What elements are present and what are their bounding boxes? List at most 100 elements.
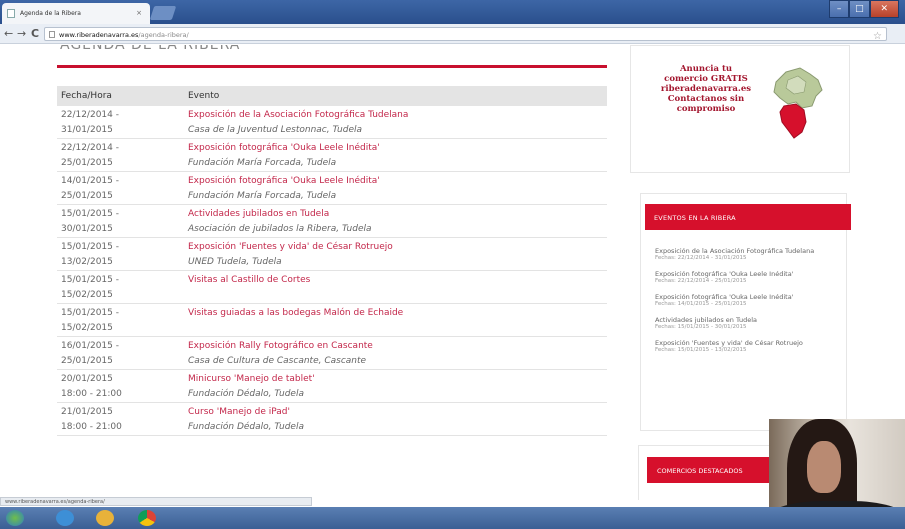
event-cell: Exposición 'Fuentes y vida' de César Rot… [184, 237, 607, 271]
column-header-date: Fecha/Hora [57, 86, 184, 106]
advertisement-box[interactable]: Anuncia tu comercio GRATIS riberadenavar… [630, 45, 850, 173]
navarra-map-icon [773, 67, 823, 139]
event-place: UNED Tudela, Tudela [188, 256, 282, 267]
tab-close-icon[interactable]: × [136, 9, 142, 17]
event-place: Casa de Cultura de Cascante, Cascante [188, 355, 367, 366]
event-end-date: 31/01/2015 [61, 124, 113, 135]
event-place: Asociación de jubilados la Ribera, Tudel… [188, 223, 372, 234]
address-bar[interactable]: www.riberadenavarra.es/agenda-ribera/ ☆ [44, 27, 887, 42]
event-cell: Exposición fotográfica 'Ouka Leele Inédi… [184, 138, 607, 172]
event-title-link[interactable]: Visitas guiadas a las bodegas Malón de E… [188, 306, 603, 321]
event-cell: Exposición fotográfica 'Ouka Leele Inédi… [184, 171, 607, 205]
sidebar-event-title[interactable]: Exposición fotográfica 'Ouka Leele Inédi… [655, 293, 843, 301]
window-controls: – □ ✕ [829, 0, 899, 18]
sidebar-event-item[interactable]: Actividades jubilados en Tudela Fechas: … [655, 316, 843, 331]
event-end-date: 18:00 - 21:00 [61, 388, 122, 399]
event-date-cell: 15/01/2015 - 15/02/2015 [57, 270, 184, 304]
event-end-date: 15/02/2015 [61, 289, 113, 300]
heading-divider [57, 65, 607, 68]
event-start-date: 22/12/2014 - [61, 143, 119, 153]
sidebar-event-item[interactable]: Exposición fotográfica 'Ouka Leele Inédi… [655, 270, 843, 285]
sidebar-event-date: Fechas: 22/12/2014 - 25/01/2015 [655, 278, 747, 284]
event-place: Fundación Dédalo, Tudela [188, 388, 304, 399]
event-cell: Minicurso 'Manejo de tablet' Fundación Dé… [184, 369, 607, 403]
minimize-button[interactable]: – [829, 0, 850, 18]
widget-heading: EVENTOS EN LA RIBERA [645, 204, 851, 230]
ad-text: Anuncia tu comercio GRATIS riberadenavar… [646, 64, 766, 114]
event-cell: Actividades jubilados en Tudela Asociació… [184, 204, 607, 238]
sidebar-event-title[interactable]: Exposición de la Asociación Fotográfica … [655, 247, 843, 255]
event-title-link[interactable]: Curso 'Manejo de iPad' [188, 405, 603, 420]
event-title-link[interactable]: Minicurso 'Manejo de tablet' [188, 372, 603, 387]
event-cell: Exposición Rally Fotográfico en Cascante… [184, 336, 607, 370]
start-button-icon[interactable] [6, 510, 24, 526]
forward-arrow-icon[interactable]: → [17, 27, 26, 40]
event-title-link[interactable]: Exposición de la Asociación Fotográfica … [188, 108, 603, 123]
table-header-row: Fecha/Hora Evento [57, 86, 607, 106]
sidebar-event-item[interactable]: Exposición 'Fuentes y vida' de César Rot… [655, 339, 843, 354]
event-end-date: 18:00 - 21:00 [61, 421, 122, 432]
event-start-date: 16/01/2015 - [61, 341, 119, 351]
reload-icon[interactable]: C [31, 27, 39, 40]
page-favicon-icon [7, 9, 15, 18]
sidebar-event-title[interactable]: Actividades jubilados en Tudela [655, 316, 843, 324]
table-row: 15/01/2015 - 30/01/2015 Actividades jubila… [57, 204, 607, 238]
maximize-button[interactable]: □ [849, 0, 870, 18]
event-place: Fundación María Forcada, Tudela [188, 157, 337, 168]
event-end-date: 25/01/2015 [61, 355, 113, 366]
internet-explorer-icon[interactable] [56, 510, 74, 526]
table-row: 21/01/2015 18:00 - 21:00 Curso 'Manejo de … [57, 402, 607, 436]
ad-line: comercio GRATIS [664, 74, 748, 84]
sidebar-event-item[interactable]: Exposición fotográfica 'Ouka Leele Inédi… [655, 293, 843, 308]
event-end-date: 25/01/2015 [61, 157, 113, 168]
ad-line: Contactanos sin [667, 94, 745, 104]
page-icon [49, 31, 55, 38]
event-date-cell: 15/01/2015 - 15/02/2015 [57, 303, 184, 337]
event-start-date: 15/01/2015 - [61, 275, 119, 285]
sidebar-event-item[interactable]: Exposición de la Asociación Fotográfica … [655, 247, 843, 262]
event-title-link[interactable]: Visitas al Castillo de Cortes [188, 273, 603, 288]
event-title-link[interactable]: Exposición Rally Fotográfico en Cascante [188, 339, 603, 354]
ad-line: compromiso [676, 104, 736, 114]
event-place: Casa de la Juventud Lestonnac, Tudela [188, 124, 363, 135]
event-title-link[interactable]: Exposición 'Fuentes y vida' de César Rot… [188, 240, 603, 255]
event-date-cell: 15/01/2015 - 30/01/2015 [57, 204, 184, 238]
new-tab-button[interactable] [149, 6, 177, 20]
event-date-cell: 16/01/2015 - 25/01/2015 [57, 336, 184, 370]
table-row: 15/01/2015 - 13/02/2015 Exposición 'Fuente… [57, 237, 607, 271]
sidebar-event-title[interactable]: Exposición 'Fuentes y vida' de César Rot… [655, 339, 843, 347]
event-start-date: 20/01/2015 [61, 374, 113, 384]
table-row: 22/12/2014 - 25/01/2015 Exposición fotográ… [57, 138, 607, 172]
file-explorer-icon[interactable] [96, 510, 114, 526]
event-date-cell: 22/12/2014 - 25/01/2015 [57, 138, 184, 172]
event-date-cell: 14/01/2015 - 25/01/2015 [57, 171, 184, 205]
close-window-button[interactable]: ✕ [869, 0, 899, 18]
table-row: 14/01/2015 - 25/01/2015 Exposición fotográ… [57, 171, 607, 205]
browser-tab[interactable]: Agenda de la Ribera × [2, 3, 150, 24]
window-titlebar: Agenda de la Ribera × – □ ✕ [0, 0, 905, 24]
sidebar-event-list: Exposición de la Asociación Fotográfica … [655, 247, 843, 362]
events-table: Fecha/Hora Evento 22/12/2014 - 31/01/2015… [57, 86, 607, 436]
event-place: Fundación Dédalo, Tudela [188, 421, 304, 432]
event-end-date: 15/02/2015 [61, 322, 113, 333]
sidebar-event-title[interactable]: Exposición fotográfica 'Ouka Leele Inédi… [655, 270, 843, 278]
event-title-link[interactable]: Exposición fotográfica 'Ouka Leele Inédi… [188, 141, 603, 156]
table-row: 15/01/2015 - 15/02/2015 Visitas guiadas a … [57, 303, 607, 337]
tab-title: Agenda de la Ribera [20, 10, 81, 17]
chrome-icon[interactable] [138, 510, 156, 526]
event-end-date: 25/01/2015 [61, 190, 113, 201]
sidebar-event-date: Fechas: 15/01/2015 - 30/01/2015 [655, 324, 747, 330]
events-sidebar-widget: EVENTOS EN LA RIBERA Exposición de la As… [640, 193, 851, 431]
bookmark-star-icon[interactable]: ☆ [873, 31, 882, 42]
event-date-cell: 22/12/2014 - 31/01/2015 [57, 106, 184, 139]
os-taskbar [0, 507, 905, 529]
event-title-link[interactable]: Actividades jubilados en Tudela [188, 207, 603, 222]
event-start-date: 15/01/2015 - [61, 242, 119, 252]
event-start-date: 21/01/2015 [61, 407, 113, 417]
back-arrow-icon[interactable]: ← [4, 27, 13, 40]
sidebar-event-date: Fechas: 15/01/2015 - 13/02/2015 [655, 347, 747, 353]
event-title-link[interactable]: Exposición fotográfica 'Ouka Leele Inédi… [188, 174, 603, 189]
event-start-date: 22/12/2014 - [61, 110, 119, 120]
table-row: 20/01/2015 18:00 - 21:00 Minicurso 'Manejo… [57, 369, 607, 403]
event-cell: Exposición de la Asociación Fotográfica … [184, 106, 607, 139]
